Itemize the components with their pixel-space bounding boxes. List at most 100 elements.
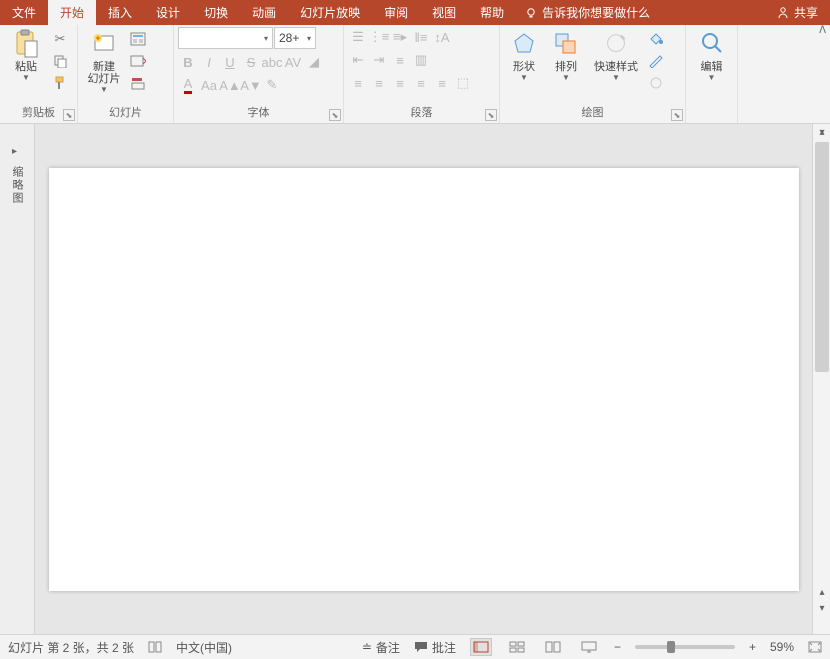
paragraph-dialog-launcher[interactable]: ⬊	[485, 109, 497, 121]
clear-formatting-button[interactable]: ◢	[304, 52, 324, 72]
shape-outline-button[interactable]	[646, 51, 666, 71]
group-paragraph-label: 段落	[348, 102, 495, 123]
zoom-slider-thumb[interactable]	[667, 641, 675, 653]
tab-help[interactable]: 帮助	[468, 0, 516, 25]
numbering-button[interactable]: ⋮≡	[369, 27, 389, 47]
tab-view[interactable]: 视图	[420, 0, 468, 25]
collapse-ribbon-button[interactable]: ᐱ	[819, 25, 826, 36]
vertical-scrollbar[interactable]: ▴ ▾ ▴ ▾	[812, 124, 830, 634]
font-dialog-launcher[interactable]: ⬊	[329, 109, 341, 121]
tab-design[interactable]: 设计	[144, 0, 192, 25]
fit-to-window-button[interactable]	[808, 641, 822, 653]
text-direction-button[interactable]: ↕A	[432, 27, 452, 47]
share-button[interactable]: 共享	[764, 0, 830, 25]
highlight-button[interactable]: ✎	[262, 75, 282, 95]
next-slide-button[interactable]: ▾	[813, 600, 830, 616]
zoom-level[interactable]: 59%	[770, 640, 794, 654]
slide-canvas[interactable]	[49, 168, 799, 591]
tab-home[interactable]: 开始	[48, 0, 96, 25]
shapes-button[interactable]: 形状 ▼	[504, 27, 544, 84]
highlighter-icon: ✎	[267, 77, 278, 93]
layout-button[interactable]	[128, 29, 148, 49]
shapes-label: 形状	[513, 61, 535, 73]
shape-effects-button[interactable]	[646, 73, 666, 93]
smartart-button[interactable]: ⬚	[453, 73, 473, 93]
justify-button[interactable]: ≡	[411, 73, 431, 93]
scroll-thumb[interactable]	[815, 142, 829, 372]
comments-label: 批注	[432, 639, 456, 656]
language-indicator[interactable]: 中文(中国)	[176, 639, 232, 656]
tab-slideshow[interactable]: 幻灯片放映	[288, 0, 372, 25]
bullets-button[interactable]: ☰	[348, 27, 368, 47]
font-name-combo[interactable]: ▾	[178, 27, 273, 49]
align-right-button[interactable]: ≡	[390, 73, 410, 93]
new-slide-label: 新建 幻灯片	[88, 61, 121, 85]
normal-view-button[interactable]	[470, 638, 492, 656]
group-slides: 新建 幻灯片 ▼ 幻灯片	[78, 25, 174, 123]
zoom-out-button[interactable]: −	[614, 640, 621, 654]
cut-button[interactable]: ✂	[50, 29, 70, 49]
comments-button[interactable]: 批注	[414, 639, 456, 656]
tab-review[interactable]: 审阅	[372, 0, 420, 25]
format-painter-button[interactable]	[50, 73, 70, 93]
align-left-button[interactable]: ≡	[348, 73, 368, 93]
group-editing: 编辑 ▼	[686, 25, 738, 123]
clipboard-dialog-launcher[interactable]: ⬊	[63, 109, 75, 121]
paste-button[interactable]: 粘贴 ▼	[4, 27, 48, 84]
italic-button[interactable]: I	[199, 52, 219, 72]
paintbrush-icon	[53, 76, 67, 90]
group-editing-label-spacer	[690, 106, 733, 123]
columns-button[interactable]: ▥	[411, 50, 431, 70]
tab-file[interactable]: 文件	[0, 0, 48, 25]
scissors-icon: ✂	[55, 31, 66, 47]
increase-indent-button[interactable]: ⇥	[369, 50, 389, 70]
tab-transitions[interactable]: 切换	[192, 0, 240, 25]
strikethrough-button[interactable]: S	[241, 52, 261, 72]
reset-button[interactable]	[128, 51, 148, 71]
tell-me-search[interactable]: 告诉我你想要做什么	[524, 0, 650, 25]
distribute-button[interactable]: ≡	[432, 73, 452, 93]
slideshow-view-button[interactable]	[578, 638, 600, 656]
find-icon	[698, 29, 726, 59]
font-size-combo[interactable]: 28+▾	[274, 27, 316, 49]
slide-counter[interactable]: 幻灯片 第 2 张，共 2 张	[8, 639, 134, 656]
notes-button[interactable]: ≐ 备注	[362, 639, 400, 656]
shrink-font-button[interactable]: A▼	[241, 75, 261, 95]
spellcheck-button[interactable]	[148, 641, 162, 653]
scroll-down-button[interactable]: ▾	[813, 124, 830, 140]
tab-animations[interactable]: 动画	[240, 0, 288, 25]
bold-button[interactable]: B	[178, 52, 198, 72]
bucket-icon	[648, 32, 664, 46]
underline-button[interactable]: U	[220, 52, 240, 72]
tab-insert[interactable]: 插入	[96, 0, 144, 25]
zoom-slider[interactable]	[635, 645, 735, 649]
prev-slide-button[interactable]: ▴	[813, 584, 830, 600]
drawing-dialog-launcher[interactable]: ⬊	[671, 109, 683, 121]
grow-font-button[interactable]: A▲	[220, 75, 240, 95]
zoom-in-button[interactable]: +	[749, 640, 756, 654]
line-spacing-button[interactable]: ‖≡	[411, 27, 431, 47]
new-slide-icon	[90, 29, 118, 59]
font-color-button[interactable]: A	[178, 75, 198, 95]
decrease-indent-button[interactable]: ⇤	[348, 50, 368, 70]
new-slide-button[interactable]: 新建 幻灯片 ▼	[82, 27, 126, 96]
reading-view-button[interactable]	[542, 638, 564, 656]
arrange-label: 排列	[555, 61, 577, 73]
expand-thumbnails-button[interactable]: ▸	[12, 146, 22, 156]
slide-edit-area[interactable]	[35, 124, 812, 634]
shadow-button[interactable]: abc	[262, 52, 282, 72]
copy-button[interactable]	[50, 51, 70, 71]
shape-fill-button[interactable]	[646, 29, 666, 49]
group-clipboard: 粘贴 ▼ ✂ 剪贴板 ⬊	[0, 25, 78, 123]
align-text-button[interactable]: ≡	[390, 50, 410, 70]
align-center-button[interactable]: ≡	[369, 73, 389, 93]
arrange-button[interactable]: 排列 ▼	[546, 27, 586, 84]
editing-button[interactable]: 编辑 ▼	[690, 27, 733, 84]
quick-styles-button[interactable]: 快速样式 ▼	[588, 27, 644, 84]
sorter-view-button[interactable]	[506, 638, 528, 656]
character-spacing-button[interactable]: AV	[283, 52, 303, 72]
section-button[interactable]	[128, 73, 148, 93]
change-case-button[interactable]: Aa	[199, 75, 219, 95]
list-level-button[interactable]: ≡▸	[390, 27, 410, 47]
editing-label: 编辑	[701, 61, 723, 73]
